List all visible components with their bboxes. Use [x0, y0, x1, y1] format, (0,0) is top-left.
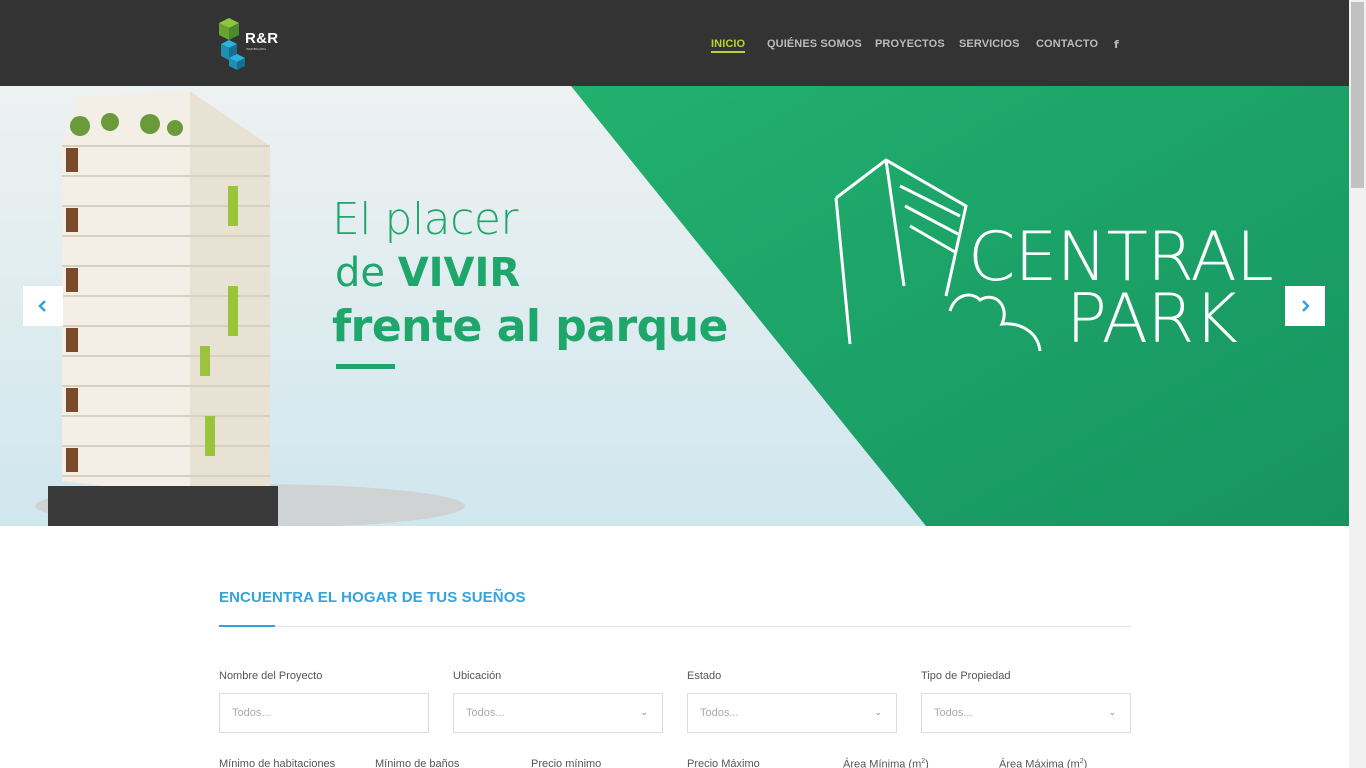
label-min-rooms: Mínimo de habitaciones: [219, 758, 336, 768]
label-max-price: Precio Máximo: [687, 758, 760, 768]
label-min-area-text: Área Mínima (m: [843, 758, 922, 768]
property-type-select[interactable]: Todos... ⌄: [921, 693, 1131, 733]
slide-headline-prefix: de: [335, 250, 398, 296]
slide-headline-bold: VIVIR: [397, 250, 521, 296]
nav-item-quienes-somos[interactable]: QUIÉNES SOMOS: [767, 38, 862, 50]
location-placeholder: Todos...: [466, 707, 505, 719]
title-accent-bar: [219, 625, 275, 627]
chevron-down-icon: ⌄: [874, 707, 882, 717]
status-placeholder: Todos...: [700, 707, 739, 719]
label-max-area-close: ): [1083, 758, 1088, 768]
chevron-left-icon: [38, 300, 46, 312]
facebook-icon[interactable]: f: [1114, 38, 1119, 51]
hero-slider: El placer de VIVIR frente al parque CENT…: [0, 86, 1349, 526]
slide-headline-line2: de VIVIR: [335, 250, 520, 296]
scrollbar-thumb[interactable]: [1351, 2, 1364, 188]
nav-item-servicios[interactable]: SERVICIOS: [959, 38, 1020, 50]
label-project-name: Nombre del Proyecto: [219, 670, 323, 682]
label-min-price: Precio mínimo: [531, 758, 602, 768]
chevron-right-icon: [1302, 300, 1310, 312]
page-scrollbar[interactable]: [1349, 0, 1366, 768]
label-max-area-text: Área Máxima (m: [999, 758, 1080, 768]
slide-headline-line3: frente al parque: [332, 301, 728, 352]
location-select[interactable]: Todos... ⌄: [453, 693, 663, 733]
property-type-placeholder: Todos...: [934, 707, 973, 719]
label-max-area: Área Máxima (m2): [999, 758, 1087, 768]
project-name-input[interactable]: Todos...: [219, 693, 429, 733]
label-location: Ubicación: [453, 670, 502, 682]
nav-item-inicio[interactable]: INICIO: [711, 38, 746, 53]
label-min-area-close: ): [925, 758, 929, 768]
status-select[interactable]: Todos... ⌄: [687, 693, 897, 733]
site-header: R&R INMOBILIARIA INICIO QUIÉNES SOMOS PR…: [0, 0, 1349, 86]
main-nav: INICIO QUIÉNES SOMOS PROYECTOS SERVICIOS…: [0, 38, 1349, 58]
nav-item-proyectos[interactable]: PROYECTOS: [875, 38, 945, 50]
label-status: Estado: [687, 670, 722, 682]
title-divider: [219, 626, 1131, 627]
project-name-placeholder: Todos...: [232, 707, 271, 719]
label-min-area: Área Mínima (m2): [843, 758, 929, 768]
headline-divider: [336, 364, 395, 369]
slide-headline-line1: El placer: [332, 194, 518, 245]
chevron-down-icon: ⌄: [640, 707, 648, 717]
slide-brand-park: PARK: [1066, 280, 1238, 359]
slider-prev-button[interactable]: [23, 286, 63, 326]
slider-next-button[interactable]: [1285, 286, 1325, 326]
chevron-down-icon: ⌄: [1108, 707, 1116, 717]
building-illustration: [48, 91, 278, 526]
nav-item-contacto[interactable]: CONTACTO: [1036, 38, 1098, 50]
search-section-title: ENCUENTRA EL HOGAR DE TUS SUEÑOS: [219, 589, 526, 606]
label-min-baths: Mínimo de baños: [375, 758, 460, 768]
label-property-type: Tipo de Propiedad: [921, 670, 1011, 682]
